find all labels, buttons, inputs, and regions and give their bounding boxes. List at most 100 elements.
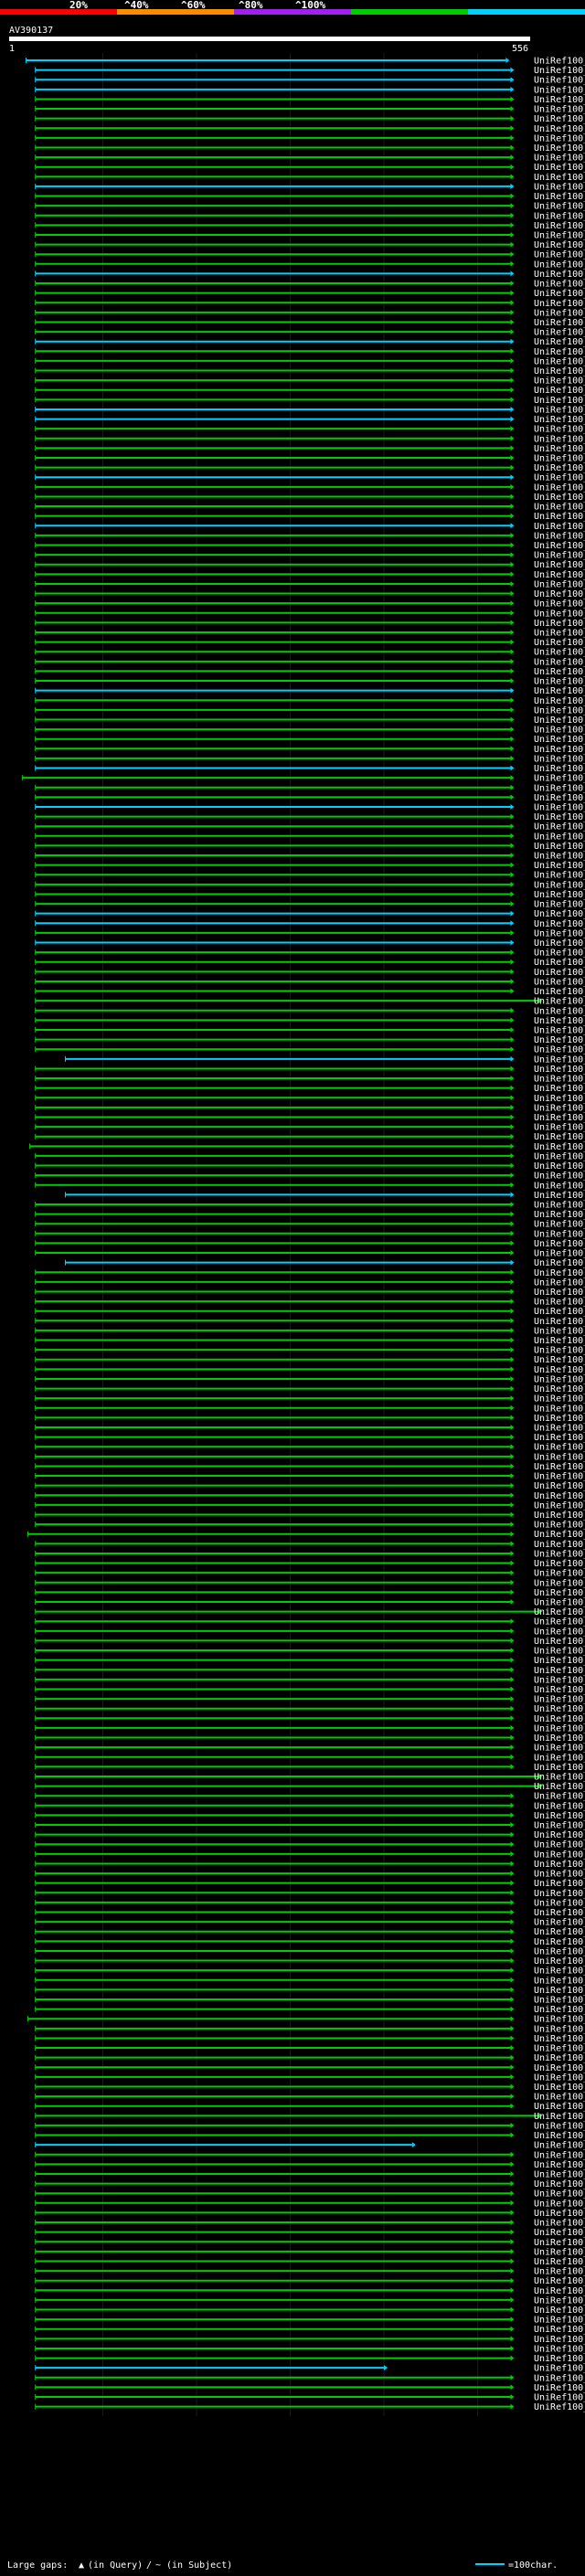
hit-end-arrow [510,483,515,490]
hit-label: UniRef100_C5FWF0 [534,2209,585,2219]
query-start-label: 1 [9,44,15,54]
hit-label: UniRef100_A7RTH8 [534,1336,585,1346]
query-header: AV390137 1 556 [9,26,530,54]
hit-end-arrow [510,222,515,228]
hit-label: UniRef100_C1BL29 [534,202,585,212]
hit-label: UniRef100_UP1000.. [534,308,585,318]
hit-label: UniRef100_A1CPM2 [534,2121,585,2131]
hit-label: UniRef100_A9TYC5 [534,1346,585,1356]
hit-label: UniRef100_B4IKU1 [534,842,585,852]
hit-label: UniRef100_A9PFA8 [534,1452,585,1462]
hit-label: UniRef100_Q9VYN6 [534,396,585,406]
hit-label: UniRef100_B2WID9 [534,2276,585,2286]
hit-end-arrow [510,77,515,83]
hit-label: UniRef100_B6TH69 [534,909,585,919]
hit-label: UniRef100_P49405 [534,1675,585,1685]
hit-label: UniRef100_Q5KJU2 [534,1898,585,1908]
hit-label: UniRef100_UP1000.. [534,76,585,86]
hit-end-arrow [510,1928,515,1935]
hit-end-arrow [510,1065,515,1072]
hit-label: UniRef100_A9UHA4 [534,1424,585,1434]
hit-label: UniRef100_Q2N159 [534,1918,585,1928]
hit-label: UniRef100_Q4P5H9 [534,1578,585,1588]
hit-end-arrow [510,1977,515,1983]
hit-label: UniRef100_B5E640 [534,1763,585,1773]
hit-end-arrow [510,134,515,141]
hit-label: UniRef100_A2F4S4 [534,1647,585,1657]
hit-end-arrow [411,2142,416,2148]
hit-end-arrow [510,532,515,538]
hit-label: UniRef100_C7YDS6 [534,2364,585,2374]
hit-label: UniRef100_C4T306 [534,1491,585,1501]
hit-label: UniRef100_C4Y4Y2 [534,2024,585,2034]
scale-segment [351,9,468,15]
hit-label: UniRef100_C6TL04 [534,1045,585,1055]
legend-scale-label: =100char. [508,2560,558,2571]
hit-end-arrow [510,1036,515,1043]
hit-end-arrow [510,2374,515,2380]
hit-label: UniRef100_UP1000.. [534,890,585,900]
hit-label: UniRef100_B4JQI9 [534,900,585,910]
hit-label: UniRef100_A4IBB8 [534,2306,585,2316]
hit-label: UniRef100_A7EYA0 [534,1821,585,1831]
hit-label: UniRef100_B4KFT7 [534,783,585,793]
hit-end-arrow [510,2190,515,2197]
hit-label: UniRef100_B5DGH0 [534,230,585,240]
hit-label: UniRef100_C1BBQ2 [534,1996,585,2006]
hit-end-arrow [510,2016,515,2022]
hit-label: UniRef100_P47962 [534,609,585,619]
hit-end-arrow [510,1347,515,1353]
hit-end-arrow [510,1957,515,1964]
hit-end-arrow [510,2306,515,2313]
hit-end-arrow [510,629,515,635]
hit-end-arrow [510,329,515,335]
hit-end-arrow [510,2355,515,2361]
hit-label: UniRef100_C3KHP7 [534,928,585,938]
hit-end-arrow [510,1007,515,1013]
hit-end-arrow [510,1550,515,1556]
hit-end-arrow [510,1541,515,1547]
hit-end-arrow [510,1192,515,1198]
hit-end-arrow [510,862,515,868]
hit-end-arrow [510,1444,515,1450]
hit-label: UniRef100_UP1000.. [534,705,585,716]
hit-end-arrow [510,1531,515,1537]
hit-end-arrow [510,445,515,451]
hit-end-arrow [510,2326,515,2332]
hit-label: UniRef100_B8N6W6 [534,2072,585,2083]
hit-end-arrow [510,270,515,277]
hit-end-arrow [510,1104,515,1110]
hit-end-arrow [510,1802,515,1808]
hit-end-arrow [510,523,515,529]
hit-label: UniRef100_UP1000.. [534,1151,585,1161]
hit-label: UniRef100_C4JND0 [534,2373,585,2383]
hit-end-arrow [510,2229,515,2235]
hit-label: UniRef100_Q59FT8 [534,1714,585,1724]
hit-end-arrow [510,843,515,849]
hit-label: UniRef100_Q1DS89 [534,2257,585,2267]
hit-end-arrow [510,746,515,752]
hit-label: UniRef100_Q6CRR9 [534,1530,585,1540]
hit-end-arrow [510,1027,515,1033]
hit-label: UniRef100_A9TXS7 [534,1384,585,1394]
hit-label: UniRef100_Q6JWM3 [534,1879,585,1889]
hit-end-arrow [510,1259,515,1266]
hit-label: UniRef100_B8M2O6 [534,2267,585,2277]
hit-label: UniRef100_P52822 [534,1500,585,1511]
hit-end-arrow [510,1278,515,1285]
hit-end-arrow [510,1627,515,1634]
hit-end-arrow [510,2287,515,2294]
hit-end-arrow [510,2210,515,2216]
hit-label: UniRef100_A6SL56 [534,1830,585,1840]
hit-end-arrow [510,542,515,548]
hit-label: UniRef100_C1BMH2 [534,512,585,522]
hit-label: UniRef100_A4S796 [534,1307,585,1317]
hit-label: UniRef100_Q90114 [534,1220,585,1230]
hit-end-arrow [510,2170,515,2177]
hit-end-arrow [510,929,515,936]
hit-label: UniRef100_Q7Z5F1 [534,802,585,812]
hit-end-arrow [510,426,515,432]
hit-end-arrow [510,115,515,122]
hit-label: UniRef100_Q22608 [534,66,585,76]
hit-label: UniRef100_C5XEU2 [534,938,585,949]
